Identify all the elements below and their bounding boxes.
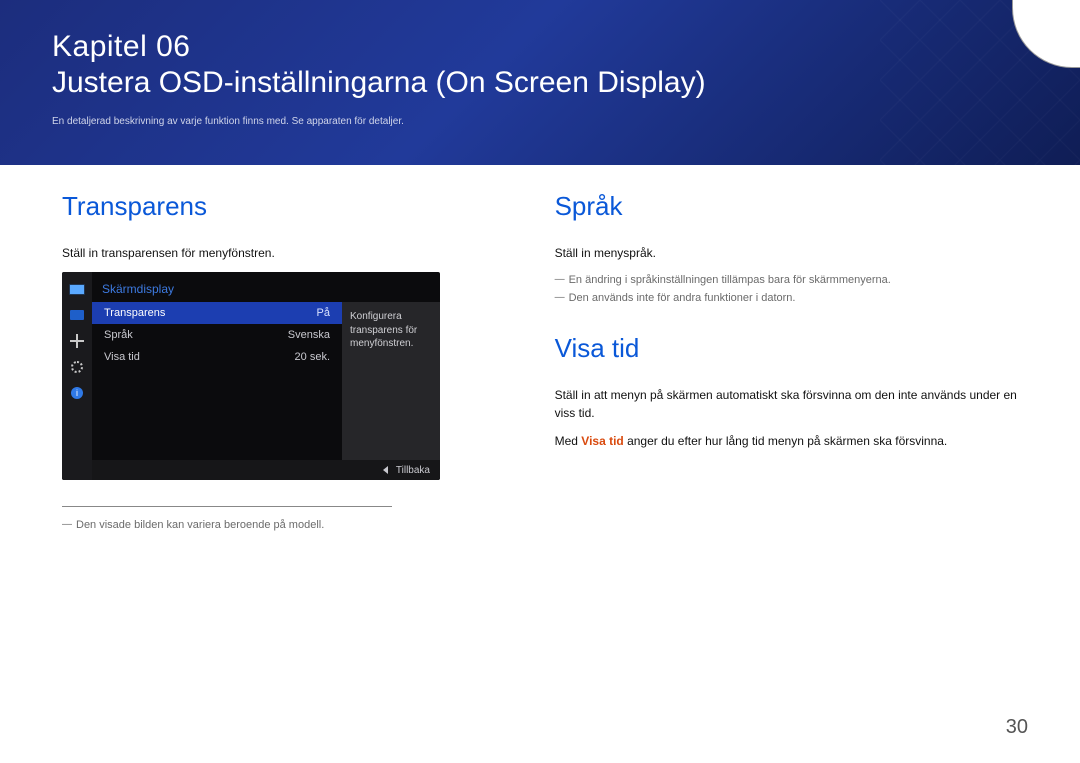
visatid-highlight: Visa tid: [581, 434, 623, 448]
page-number: 30: [1006, 716, 1028, 739]
osd-row-label: Visa tid: [104, 351, 140, 363]
gear-icon: [68, 360, 86, 374]
chapter-label: Kapitel 06: [52, 30, 1028, 64]
horizontal-rule: [62, 506, 392, 507]
info-icon: i: [68, 386, 86, 400]
visatid-paragraph-1: Ställ in att menyn på skärmen automatisk…: [555, 386, 1028, 422]
column-left: Transparens Ställ in transparensen för m…: [62, 191, 479, 535]
monitor-icon: [68, 282, 86, 296]
osd-section-title: Skärmdisplay: [92, 272, 440, 302]
text-prefix: Med: [555, 434, 582, 448]
chapter-banner: Kapitel 06 Justera OSD-inställningarna (…: [0, 0, 1080, 165]
heading-transparens: Transparens: [62, 191, 479, 222]
heading-visatid: Visa tid: [555, 333, 1028, 364]
chapter-title: Justera OSD-inställningarna (On Screen D…: [52, 66, 1028, 100]
heading-sprak: Språk: [555, 191, 1028, 222]
visatid-paragraph-2: Med Visa tid anger du efter hur lång tid…: [555, 432, 1028, 450]
osd-back-label: Tillbaka: [396, 465, 430, 476]
osd-menu-screenshot: i Skärmdisplay Transparens På Språk Sven…: [62, 272, 440, 480]
osd-row-label: Språk: [104, 329, 133, 341]
column-right: Språk Ställ in menyspråk. En ändring i s…: [555, 191, 1028, 535]
move-icon: [68, 334, 86, 348]
osd-description-panel: Konfigurera transparens för menyfönstren…: [342, 302, 440, 460]
osd-category-icons: i: [62, 272, 92, 480]
osd-row-sprak: Språk Svenska: [92, 324, 342, 346]
chapter-note: En detaljerad beskrivning av varje funkt…: [52, 116, 1028, 127]
osd-option-list: Transparens På Språk Svenska Visa tid 20…: [92, 302, 342, 460]
picture-icon: [68, 308, 86, 322]
osd-row-value: Svenska: [288, 329, 330, 341]
osd-row-visatid: Visa tid 20 sek.: [92, 346, 342, 368]
sprak-note-1: En ändring i språkinställningen tillämpa…: [555, 272, 1028, 290]
back-arrow-icon: [383, 466, 388, 474]
sprak-note-2: Den används inte för andra funktioner i …: [555, 290, 1028, 308]
osd-row-value: På: [317, 307, 330, 319]
image-disclaimer-note: Den visade bilden kan variera beroende p…: [62, 517, 479, 535]
osd-body: Transparens På Språk Svenska Visa tid 20…: [92, 302, 440, 460]
osd-row-value: 20 sek.: [295, 351, 330, 363]
transparens-intro: Ställ in transparensen för menyfönstren.: [62, 244, 479, 262]
page-content: Transparens Ställ in transparensen för m…: [0, 191, 1080, 535]
text-suffix: anger du efter hur lång tid menyn på skä…: [624, 434, 948, 448]
osd-footer: Tillbaka: [92, 460, 440, 480]
osd-row-transparens: Transparens På: [92, 302, 342, 324]
sprak-intro: Ställ in menyspråk.: [555, 244, 1028, 262]
osd-row-label: Transparens: [104, 307, 165, 319]
osd-main-panel: Skärmdisplay Transparens På Språk Svensk…: [92, 272, 440, 480]
